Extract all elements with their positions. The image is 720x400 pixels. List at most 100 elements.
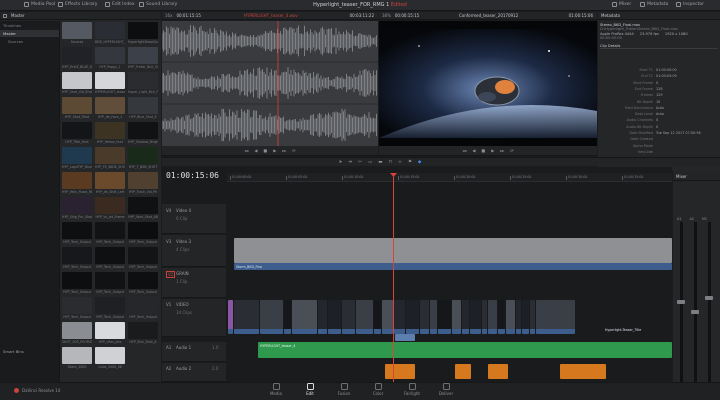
media-clip-thumbnail[interactable] bbox=[95, 147, 125, 164]
v1-video-clip[interactable] bbox=[430, 300, 437, 334]
media-clip-thumbnail[interactable] bbox=[128, 97, 158, 114]
media-clip-thumbnail[interactable] bbox=[95, 247, 125, 264]
v1-video-clip[interactable] bbox=[462, 300, 469, 334]
jog-left-icon[interactable]: ◂◂ bbox=[244, 148, 248, 153]
v1-video-clip[interactable] bbox=[228, 300, 233, 334]
media-clip-thumbnail[interactable] bbox=[128, 322, 158, 339]
v1-video-clip[interactable] bbox=[438, 300, 451, 334]
v1-video-clip[interactable] bbox=[506, 300, 515, 334]
overwrite-icon[interactable]: ▬ bbox=[378, 160, 382, 165]
playhead[interactable] bbox=[393, 173, 394, 382]
tl-play-icon[interactable]: ▶ bbox=[491, 148, 494, 153]
media-clip-thumbnail[interactable] bbox=[62, 22, 92, 39]
v1-video-clip[interactable] bbox=[382, 300, 393, 334]
v1-video-clip[interactable] bbox=[394, 300, 405, 334]
media-clip-thumbnail[interactable] bbox=[62, 147, 92, 164]
v1-video-clip[interactable] bbox=[284, 300, 291, 334]
v3-clip[interactable]: Storm_BKD_Fina bbox=[234, 263, 672, 270]
media-clip-thumbnail[interactable] bbox=[128, 72, 158, 89]
media-clip-thumbnail[interactable] bbox=[62, 197, 92, 214]
play-reverse-icon[interactable]: ◀ bbox=[254, 148, 257, 153]
v1-video-clip[interactable] bbox=[530, 300, 535, 334]
v3-clip-gray[interactable] bbox=[234, 238, 672, 263]
media-clip-thumbnail[interactable] bbox=[62, 297, 92, 314]
media-clip-thumbnail[interactable] bbox=[62, 47, 92, 64]
fader-a1[interactable] bbox=[677, 300, 685, 304]
v1-video-clip[interactable] bbox=[318, 300, 327, 334]
a2-audio-clip-3[interactable] bbox=[488, 364, 508, 379]
timeline-viewer[interactable] bbox=[379, 21, 597, 146]
v1-video-clip[interactable] bbox=[420, 300, 429, 334]
media-clip-thumbnail[interactable] bbox=[95, 72, 125, 89]
marker-icon[interactable]: ◆ bbox=[418, 160, 421, 165]
a2-audio-clip-4[interactable] bbox=[560, 364, 606, 379]
tl-jog-left-icon[interactable]: ◂◂ bbox=[462, 148, 466, 153]
inspector-button[interactable]: Inspector bbox=[676, 2, 704, 7]
tl-play-reverse-icon[interactable]: ◀ bbox=[472, 148, 475, 153]
media-clip-thumbnail[interactable] bbox=[62, 172, 92, 189]
media-clip-thumbnail[interactable] bbox=[95, 272, 125, 289]
v1-video-clip[interactable] bbox=[452, 300, 461, 334]
bin-timelines[interactable]: Timelines bbox=[0, 21, 59, 30]
media-clip-thumbnail[interactable] bbox=[95, 47, 125, 64]
page-tab-fusion[interactable]: Fusion bbox=[328, 383, 360, 396]
media-clip-thumbnail[interactable] bbox=[95, 322, 125, 339]
bin-list-icon[interactable] bbox=[3, 13, 7, 18]
media-clip-thumbnail[interactable] bbox=[62, 247, 92, 264]
track-header-a2[interactable]: A2 Audio 2 2.0 bbox=[162, 363, 226, 382]
media-clip-thumbnail[interactable] bbox=[128, 297, 158, 314]
media-clip-thumbnail[interactable] bbox=[128, 272, 158, 289]
media-clip-thumbnail[interactable] bbox=[62, 222, 92, 239]
bin-sources[interactable]: Sources bbox=[0, 37, 59, 46]
page-tab-color[interactable]: Color bbox=[362, 383, 394, 396]
mixer-button[interactable]: Mixer bbox=[612, 2, 631, 7]
v1-video-clip[interactable] bbox=[342, 300, 355, 334]
page-tab-deliver[interactable]: Deliver bbox=[430, 383, 462, 396]
tl-stop-icon[interactable]: ■ bbox=[481, 148, 485, 153]
tl-jog-right-icon[interactable]: ▸▸ bbox=[500, 148, 504, 153]
media-clip-thumbnail[interactable] bbox=[128, 47, 158, 64]
media-clip-thumbnail[interactable] bbox=[95, 122, 125, 139]
track-header-v2[interactable]: V2 GRAIN 1 Clip bbox=[162, 268, 226, 298]
metadata-button[interactable]: Metadata bbox=[640, 2, 668, 7]
selected-clip-segment[interactable] bbox=[395, 334, 415, 341]
media-clip-thumbnail[interactable] bbox=[95, 222, 125, 239]
a2-audio-clip-1[interactable] bbox=[385, 364, 415, 379]
v1-video-clip[interactable] bbox=[516, 300, 521, 334]
snap-icon[interactable]: ⊓ bbox=[389, 160, 393, 165]
blade-tool-icon[interactable]: ✂ bbox=[358, 160, 362, 165]
media-clip-thumbnail[interactable] bbox=[128, 122, 158, 139]
media-clip-thumbnail[interactable] bbox=[95, 197, 125, 214]
media-clip-thumbnail[interactable] bbox=[95, 172, 125, 189]
media-clip-thumbnail[interactable] bbox=[128, 172, 158, 189]
bin-master[interactable]: Master bbox=[0, 30, 59, 37]
track-header-v4[interactable]: V4 Video 4 0 Clip bbox=[162, 204, 226, 234]
media-clip-thumbnail[interactable] bbox=[128, 247, 158, 264]
v1-video-clip[interactable] bbox=[260, 300, 283, 334]
v1-video-clip[interactable] bbox=[498, 300, 505, 334]
v1-video-clip[interactable] bbox=[406, 300, 419, 334]
media-clip-thumbnail[interactable] bbox=[62, 272, 92, 289]
media-clip-thumbnail[interactable] bbox=[128, 222, 158, 239]
media-clip-thumbnail[interactable] bbox=[128, 22, 158, 39]
page-tab-media[interactable]: Media bbox=[260, 383, 292, 396]
v1-video-clip[interactable] bbox=[292, 300, 317, 334]
flag-icon[interactable]: ⚑ bbox=[408, 160, 412, 165]
v1-video-clip[interactable] bbox=[536, 300, 575, 334]
media-clip-thumbnail[interactable] bbox=[95, 22, 125, 39]
page-tab-fairlight[interactable]: Fairlight bbox=[396, 383, 428, 396]
v1-video-clip[interactable] bbox=[470, 300, 481, 334]
stop-icon[interactable]: ■ bbox=[263, 148, 267, 153]
media-clip-thumbnail[interactable] bbox=[95, 347, 125, 364]
tl-loop-icon[interactable]: ⟳ bbox=[510, 148, 513, 153]
media-clip-thumbnail[interactable] bbox=[62, 97, 92, 114]
loop-icon[interactable]: ⟳ bbox=[292, 148, 295, 153]
v1-video-clip[interactable] bbox=[234, 300, 259, 334]
media-clip-thumbnail[interactable] bbox=[62, 122, 92, 139]
media-clip-thumbnail[interactable] bbox=[128, 147, 158, 164]
page-tab-edit[interactable]: Edit bbox=[294, 383, 326, 396]
media-clip-thumbnail[interactable] bbox=[62, 347, 92, 364]
v1-video-clip[interactable] bbox=[328, 300, 341, 334]
play-icon[interactable]: ▶ bbox=[273, 148, 276, 153]
v1-video-clip[interactable] bbox=[488, 300, 497, 334]
